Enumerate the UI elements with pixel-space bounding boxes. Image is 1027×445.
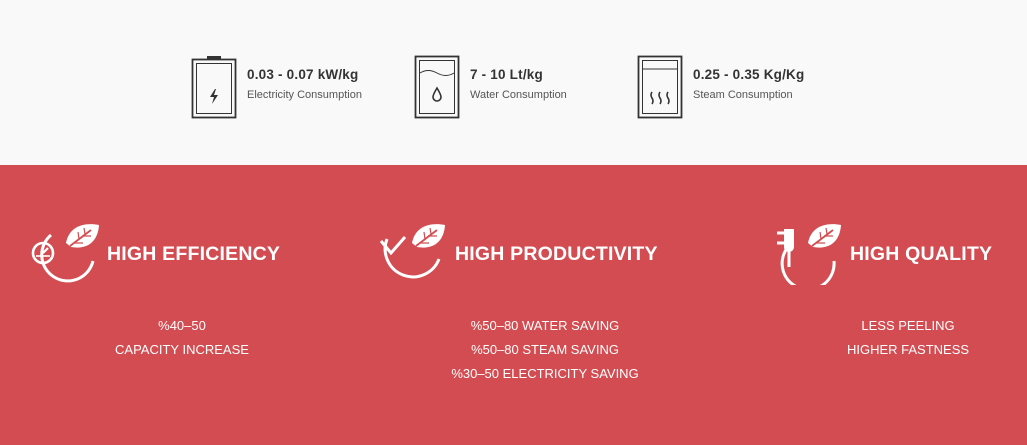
steam-label: Steam Consumption — [693, 89, 793, 101]
feature-details: %50–80 WATER SAVING %50–80 STEAM SAVING … — [415, 319, 675, 391]
feature-line: %50–80 WATER SAVING — [470, 318, 620, 333]
feature-title: HIGH QUALITY — [850, 242, 993, 265]
feature-line: %50–80 STEAM SAVING — [471, 342, 619, 357]
feature-line: %30–50 ELECTRICITY SAVING — [451, 366, 639, 381]
feature-line: %40–50 — [158, 318, 206, 333]
water-tank-icon — [414, 55, 460, 119]
feature-details: LESS PEELING HIGHER FASTNESS — [818, 319, 998, 367]
feature-line: HIGHER FASTNESS — [846, 342, 970, 357]
feature-title: HIGH EFFICIENCY — [107, 242, 281, 265]
feature-line: LESS PEELING — [861, 318, 955, 333]
features-section: HIGH EFFICIENCY %40–50 CAPACITY INCREASE… — [0, 165, 1027, 445]
electricity-consumption-stat: 0.03 - 0.07 kW/kg Electricity Consumptio… — [191, 55, 362, 119]
feature-details: %40–50 CAPACITY INCREASE — [81, 319, 283, 367]
plug-leaf-icon — [777, 224, 841, 285]
gauge-leaf-icon — [31, 224, 99, 283]
steam-value: 0.25 - 0.35 Kg/Kg — [693, 67, 805, 82]
electricity-value: 0.03 - 0.07 kW/kg — [247, 67, 359, 82]
steam-consumption-stat: 0.25 - 0.35 Kg/Kg Steam Consumption — [637, 55, 804, 119]
water-label: Water Consumption — [470, 89, 567, 101]
battery-icon — [191, 56, 237, 119]
feature-title: HIGH PRODUCTIVITY — [455, 242, 658, 265]
steam-tank-icon — [637, 55, 683, 119]
water-consumption-stat: 7 - 10 Lt/kg Water Consumption — [414, 55, 567, 119]
feature-high-quality: HIGH QUALITY — [772, 223, 992, 285]
consumption-section: 0.03 - 0.07 kW/kg Electricity Consumptio… — [0, 0, 1027, 165]
electricity-label: Electricity Consumption — [247, 89, 362, 101]
water-value: 7 - 10 Lt/kg — [470, 67, 543, 82]
feature-high-efficiency: HIGH EFFICIENCY — [31, 223, 280, 285]
feature-high-productivity: HIGH PRODUCTIVITY — [379, 223, 658, 285]
check-leaf-icon — [379, 224, 445, 279]
feature-line: CAPACITY INCREASE — [115, 342, 249, 357]
